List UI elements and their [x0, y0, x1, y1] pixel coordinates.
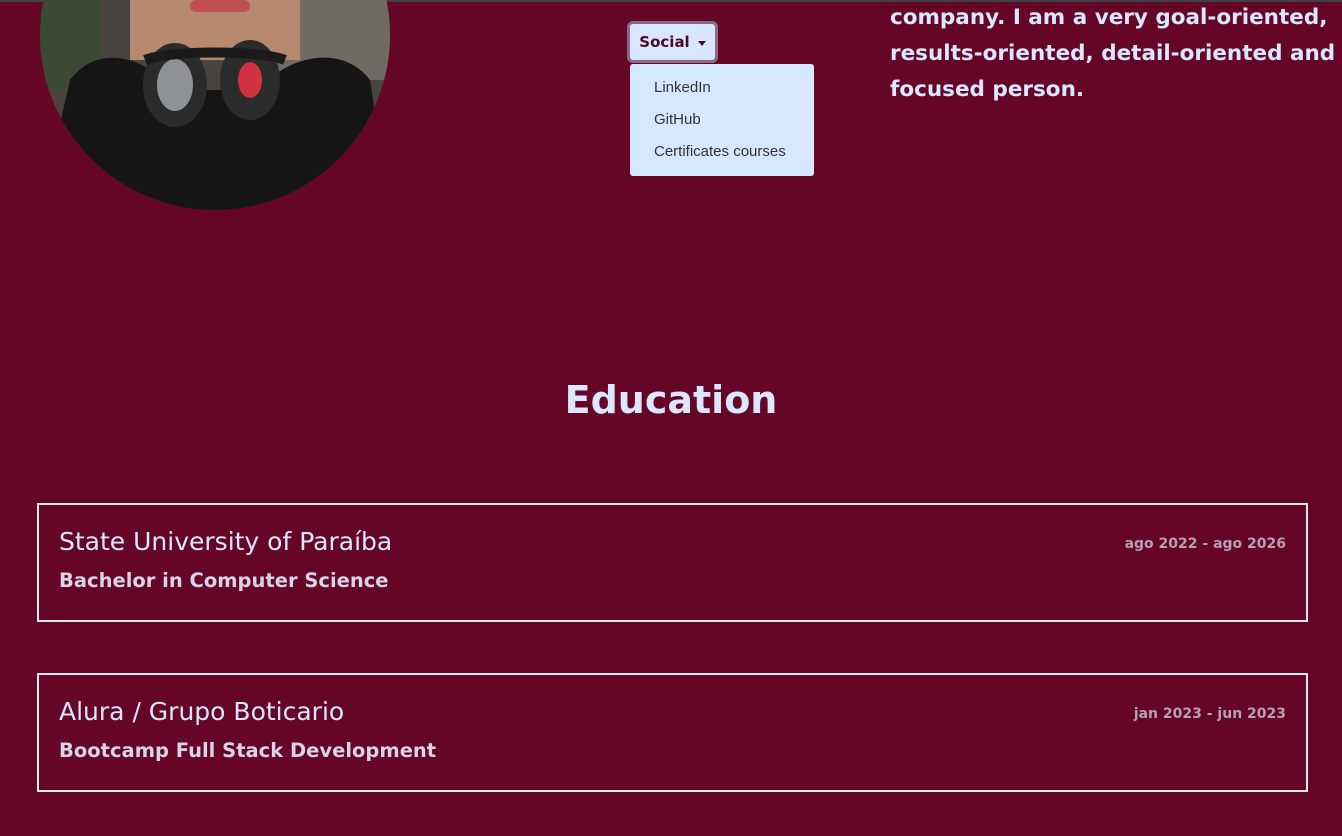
education-card: Alura / Grupo Boticario Bootcamp Full St…	[37, 673, 1308, 792]
degree-name: Bachelor in Computer Science	[59, 569, 389, 592]
profile-photo	[40, 0, 390, 210]
social-dropdown-button[interactable]: Social	[627, 21, 718, 63]
social-button-label: Social	[639, 33, 690, 51]
about-line: focused person.	[890, 77, 1085, 102]
social-dropdown-menu: LinkedIn GitHub Certificates courses	[630, 64, 814, 176]
school-name: Alura / Grupo Boticario	[59, 697, 345, 726]
menu-item-github[interactable]: GitHub	[630, 108, 814, 140]
person-with-headphones-icon	[40, 0, 390, 210]
about-line: company. I am a very goal-oriented,	[890, 5, 1328, 30]
about-text: company. I am a very goal-oriented, resu…	[890, 0, 1336, 108]
education-title: Education	[564, 378, 778, 422]
education-period: jan 2023 - jun 2023	[1133, 706, 1286, 722]
school-name: State University of Paraíba	[59, 527, 393, 556]
about-line: results-oriented, detail-oriented and	[890, 41, 1336, 66]
caret-down-icon	[697, 40, 706, 46]
menu-item-certificates[interactable]: Certificates courses	[630, 140, 814, 172]
education-period: ago 2022 - ago 2026	[1124, 536, 1286, 552]
degree-name: Bootcamp Full Stack Development	[59, 739, 437, 762]
menu-item-linkedin[interactable]: LinkedIn	[630, 76, 814, 108]
education-card: State University of Paraíba Bachelor in …	[37, 503, 1308, 622]
